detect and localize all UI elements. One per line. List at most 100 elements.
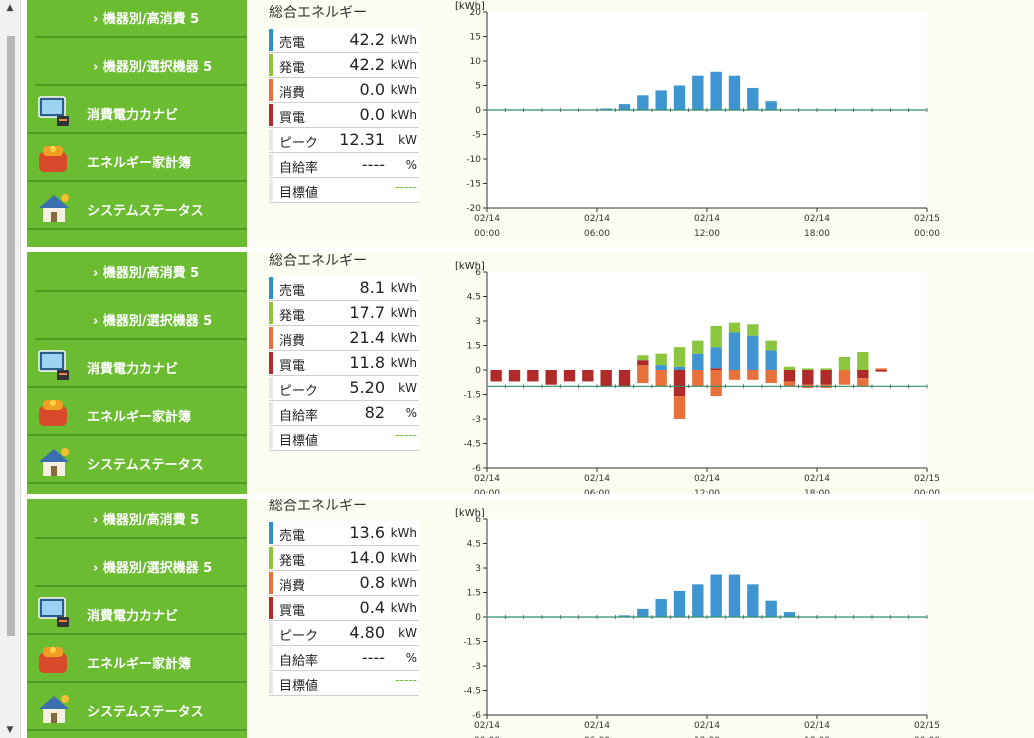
summary-unit: kWh: [390, 83, 417, 97]
summary-row: 自給率 82%: [269, 401, 419, 426]
summary-unit: %: [405, 406, 417, 420]
bar: [637, 360, 649, 366]
bar: [710, 574, 722, 617]
legend-color-bar: [269, 179, 273, 201]
nav-item-power-navi[interactable]: 消費電力カナビ: [27, 589, 247, 635]
nav-item-selected-devices[interactable]: › 機器別/選択機器 5: [35, 294, 247, 340]
nav-item-power-navi[interactable]: 消費電力カナビ: [27, 88, 247, 134]
nav-label: › 機器別/高消費 5: [93, 513, 200, 528]
bar: [765, 101, 777, 110]
bar: [655, 599, 667, 617]
summary-value: 0.0: [359, 105, 385, 124]
summary-row: 売電 8.1 kWh: [269, 276, 419, 301]
summary-label: 消費: [279, 579, 306, 594]
summary-row: 買電 11.8 kWh: [269, 351, 419, 376]
bar: [875, 368, 887, 370]
summary-row: ピーク 12.31 kW: [269, 128, 419, 153]
vertical-scrollbar[interactable]: ▲ ▼: [0, 0, 21, 738]
bar: [747, 324, 759, 336]
summary-label: 売電: [279, 529, 306, 544]
scroll-thumb[interactable]: [7, 36, 15, 636]
bar: [637, 95, 649, 110]
bar: [838, 370, 851, 385]
bar: [637, 355, 649, 361]
y-tick-label: 0: [475, 106, 481, 116]
nav-item-power-navi[interactable]: 消費電力カナビ: [27, 342, 247, 388]
summary-unit: kWh: [390, 58, 417, 72]
y-tick-label: 0: [475, 366, 481, 376]
legend-color-bar: [269, 622, 273, 644]
bar: [692, 75, 704, 110]
bar: [527, 370, 539, 382]
summary-label: 消費: [279, 86, 306, 101]
bar: [728, 322, 741, 333]
bar: [692, 584, 704, 617]
y-tick-label: -10: [466, 155, 481, 165]
legend-color-bar: [269, 129, 273, 151]
x-tick-time: 12:00: [694, 489, 720, 494]
bar: [857, 370, 869, 379]
nav-item-system-status[interactable]: システムステータス: [27, 184, 247, 230]
x-tick-date: 02/15: [914, 474, 940, 484]
house-icon: [35, 190, 73, 224]
nav-item-high-consumption[interactable]: › 機器別/高消費 5: [35, 0, 247, 38]
legend-color-bar: [269, 427, 273, 449]
legend-color-bar: [269, 327, 273, 349]
nav-item-high-consumption[interactable]: › 機器別/高消費 5: [35, 252, 247, 292]
bar: [783, 366, 796, 370]
summary-label: ピーク: [279, 629, 319, 644]
summary-label: ピーク: [279, 384, 319, 399]
nav-item-system-status[interactable]: システムステータス: [27, 438, 247, 484]
y-tick-label: 0: [475, 613, 481, 623]
nav-item-high-consumption[interactable]: › 機器別/高消費 5: [35, 499, 247, 539]
summary-label: 売電: [279, 36, 306, 51]
legend-color-bar: [269, 377, 273, 399]
wallet-icon: [35, 142, 73, 176]
y-tick-label: -6: [472, 711, 481, 721]
summary-row: 消費 0.8 kWh: [269, 571, 419, 596]
y-tick-label: -15: [466, 180, 481, 190]
bar: [820, 370, 832, 385]
summary-value: 42.2: [349, 30, 385, 49]
summary-label: 消費: [279, 334, 306, 349]
y-tick-label: -1.5: [463, 638, 481, 648]
bar: [728, 370, 741, 380]
bar: [710, 71, 722, 110]
bar: [692, 370, 704, 387]
bar: [838, 356, 851, 370]
nav-item-energy-ledger[interactable]: エネルギー家計簿: [27, 136, 247, 182]
summary-unit: kWh: [390, 601, 417, 615]
bar: [802, 368, 814, 370]
nav-item-energy-ledger[interactable]: エネルギー家計簿: [27, 390, 247, 436]
scroll-up-arrow-icon[interactable]: ▲: [0, 0, 20, 16]
summary-row: 発電 14.0 kWh: [269, 546, 419, 571]
nav-label: システムステータス: [87, 705, 204, 720]
scroll-down-arrow-icon[interactable]: ▼: [0, 722, 20, 738]
nav-item-selected-devices[interactable]: › 機器別/選択機器 5: [35, 541, 247, 587]
nav-item-selected-devices[interactable]: › 機器別/選択機器 5: [35, 40, 247, 86]
bar: [710, 325, 722, 348]
x-tick-time: 00:00: [474, 489, 500, 494]
y-tick-label: -5: [472, 131, 481, 141]
bar: [710, 347, 722, 369]
nav-item-energy-ledger[interactable]: エネルギー家計簿: [27, 637, 247, 683]
y-tick-label: 1.5: [467, 342, 481, 352]
bar: [655, 365, 667, 370]
legend-color-bar: [269, 302, 273, 324]
legend-color-bar: [269, 547, 273, 569]
nav-item-system-status[interactable]: システムステータス: [27, 685, 247, 731]
x-tick-date: 02/14: [694, 474, 720, 484]
summary-value: 5.20: [349, 378, 385, 397]
summary-unit: %: [405, 651, 417, 665]
bar: [618, 370, 631, 387]
bar: [857, 378, 869, 387]
summary-label: ピーク: [279, 136, 319, 151]
monitor-icon: [35, 595, 73, 629]
bar: [747, 335, 759, 370]
bar: [582, 370, 594, 382]
bar: [728, 332, 741, 370]
bar: [747, 370, 759, 380]
summary-label: 売電: [279, 284, 306, 299]
legend-color-bar: [269, 522, 273, 544]
summary-value: ----: [361, 648, 385, 667]
